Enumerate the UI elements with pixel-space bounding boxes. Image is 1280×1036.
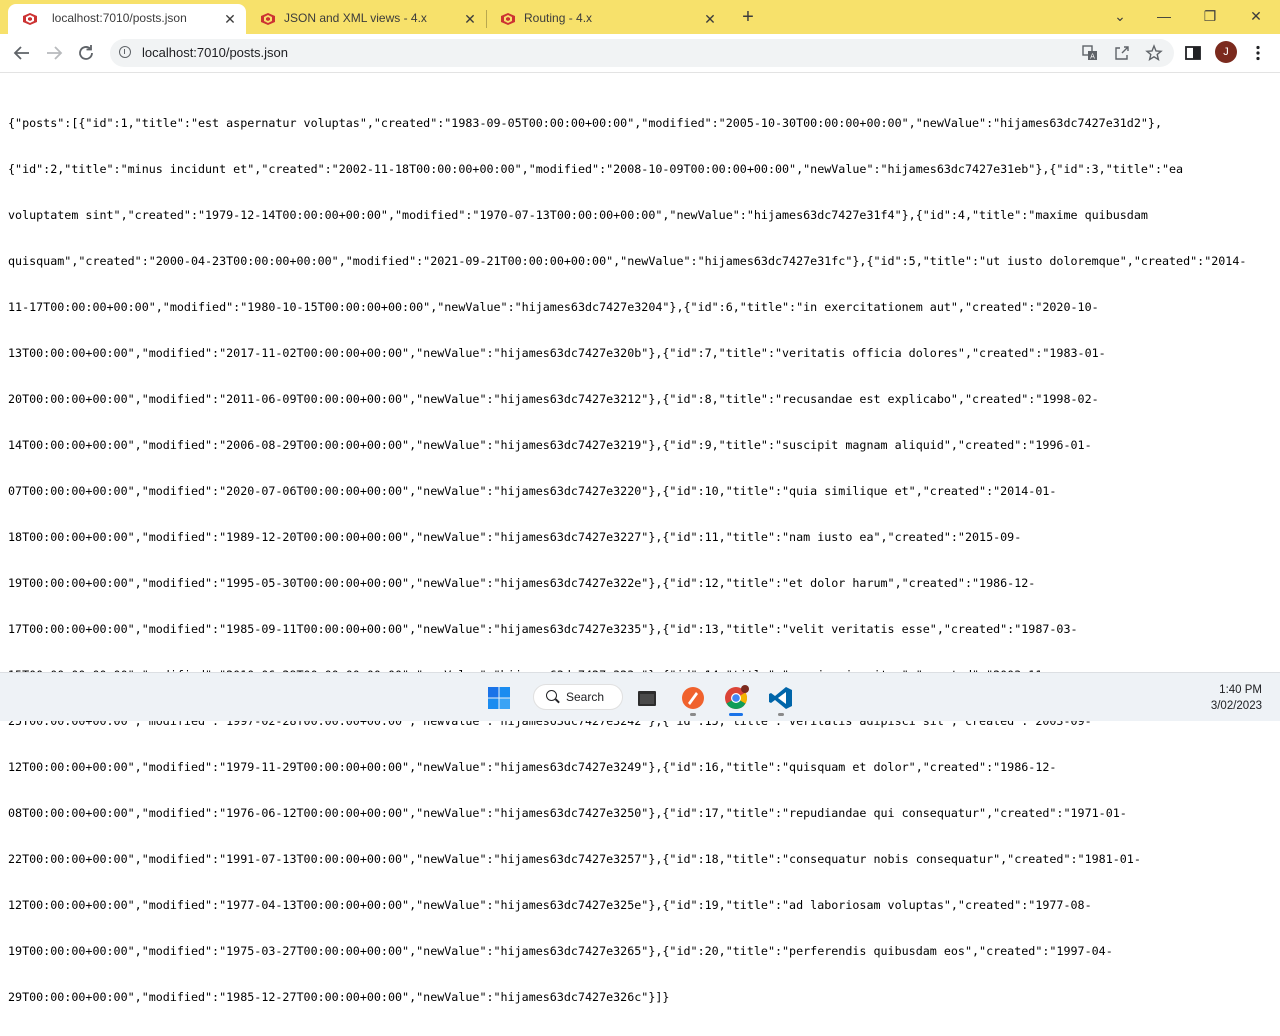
search-label: Search: [566, 690, 605, 704]
json-line: 19T00:00:00+00:00","modified":"1995-05-3…: [8, 576, 1036, 590]
minimize-button[interactable]: —: [1144, 4, 1184, 28]
info-icon[interactable]: [119, 46, 131, 58]
tab-posts-json[interactable]: localhost:7010/posts.json ✕: [8, 4, 246, 34]
restore-button[interactable]: ❐: [1190, 4, 1230, 28]
json-line: 11-17T00:00:00+00:00","modified":"1980-1…: [8, 299, 1099, 314]
laravel-favicon-icon: [261, 13, 275, 25]
taskbar-search[interactable]: Search: [533, 684, 623, 710]
close-icon[interactable]: ✕: [462, 11, 478, 27]
windows-taskbar: Search 1:40 PM 3/02/2023: [0, 672, 1280, 721]
json-line: 29T00:00:00+00:00","modified":"1985-12-2…: [8, 990, 670, 1005]
json-line: {"id":2,"title":"minus incidunt et","cre…: [8, 161, 1184, 176]
json-line: quisquam","created":"2000-04-23T00:00:00…: [8, 253, 1247, 268]
json-line: voluptatem sint","created":"1979-12-14T0…: [8, 207, 1148, 222]
close-icon[interactable]: ✕: [222, 11, 238, 27]
menu-icon[interactable]: [1246, 41, 1270, 65]
avatar[interactable]: J: [1215, 41, 1237, 63]
back-arrow-icon[interactable]: [10, 41, 34, 65]
clock-time: 1:40 PM: [1219, 684, 1262, 696]
system-clock[interactable]: 1:40 PM 3/02/2023: [1211, 682, 1262, 714]
browser-window: localhost:7010/posts.json ✕ JSON and XML…: [0, 0, 1280, 1004]
file-explorer-icon[interactable]: [634, 685, 660, 711]
star-icon[interactable]: [1144, 43, 1164, 63]
reload-icon[interactable]: [74, 41, 98, 65]
window-close-button[interactable]: ✕: [1236, 4, 1276, 28]
tab-routing[interactable]: Routing - 4.x ✕: [486, 4, 726, 34]
tab-search-chevron-icon[interactable]: ⌄: [1100, 4, 1140, 28]
active-indicator: [729, 713, 743, 716]
running-indicator: [778, 713, 784, 716]
json-line: 18T00:00:00+00:00","modified":"1989-12-2…: [8, 529, 1022, 544]
laravel-favicon-icon: [23, 13, 37, 25]
tab-label: Routing - 4.x: [524, 11, 593, 25]
new-tab-button[interactable]: +: [737, 6, 759, 28]
json-response-body: {"posts":[{"id":1,"title":"est aspernatu…: [8, 85, 1270, 1036]
browser-toolbar: localhost:7010/posts.json A J: [0, 34, 1280, 73]
windows-start-icon[interactable]: [486, 685, 512, 711]
json-line: 12T00:00:00+00:00","modified":"1979-11-2…: [8, 760, 1057, 775]
json-line: 13T00:00:00+00:00","modified":"2017-11-0…: [8, 345, 1106, 360]
json-line: 12T00:00:00+00:00","modified":"1977-04-1…: [8, 898, 1092, 913]
search-icon: [546, 690, 557, 701]
vscode-icon[interactable]: [768, 685, 794, 711]
tab-json-xml-views[interactable]: JSON and XML views - 4.x ✕: [246, 4, 486, 34]
clock-date: 3/02/2023: [1210, 700, 1262, 712]
laravel-favicon-icon: [501, 13, 515, 25]
address-bar[interactable]: localhost:7010/posts.json A: [110, 39, 1174, 67]
side-panel-icon[interactable]: [1181, 41, 1205, 65]
json-line: 20T00:00:00+00:00","modified":"2011-06-0…: [8, 391, 1099, 406]
tab-strip: localhost:7010/posts.json ✕ JSON and XML…: [0, 0, 1280, 34]
json-line: 22T00:00:00+00:00","modified":"1991-07-1…: [8, 852, 1141, 867]
json-line: 19T00:00:00+00:00","modified":"1975-03-2…: [8, 944, 1113, 959]
translate-icon[interactable]: A: [1080, 43, 1100, 63]
chrome-icon[interactable]: [723, 685, 749, 711]
json-line: {"posts":[{"id":1,"title":"est aspernatu…: [8, 115, 1162, 130]
share-icon[interactable]: [1112, 43, 1132, 63]
close-icon[interactable]: ✕: [702, 11, 718, 27]
tab-label: JSON and XML views - 4.x: [284, 11, 427, 25]
url-text[interactable]: localhost:7010/posts.json: [142, 45, 288, 60]
browser-app-icon[interactable]: [680, 685, 706, 711]
json-line: 14T00:00:00+00:00","modified":"2006-08-2…: [8, 437, 1092, 452]
json-line: 17T00:00:00+00:00","modified":"1985-09-1…: [8, 622, 1078, 637]
forward-arrow-icon[interactable]: [42, 41, 66, 65]
svg-text:A: A: [1090, 53, 1095, 61]
json-line: 08T00:00:00+00:00","modified":"1976-06-1…: [8, 806, 1127, 821]
tab-label: localhost:7010/posts.json: [52, 11, 187, 25]
json-line: 07T00:00:00+00:00","modified":"2020-07-0…: [8, 483, 1057, 498]
running-indicator: [690, 713, 696, 716]
